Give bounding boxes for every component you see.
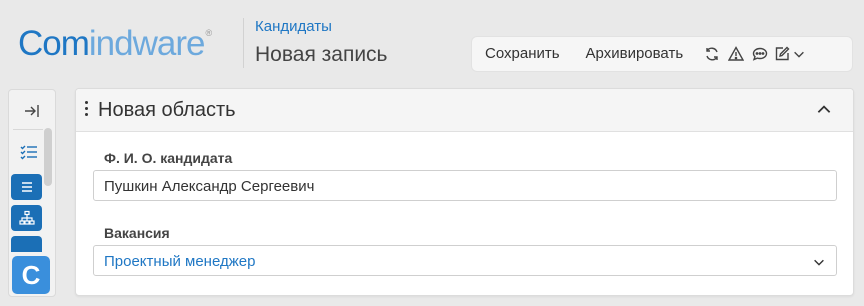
area-title: Новая область [98,99,236,121]
vacancy-label: Вакансия [104,225,170,241]
page-title: Новая запись [255,43,388,66]
sidebar-scrollbar[interactable] [44,128,52,186]
archive-button[interactable]: Архивировать [573,37,697,71]
breadcrumb-candidates[interactable]: Кандидаты [255,18,332,35]
logo-part-1: Com [18,24,90,63]
drag-handle-icon[interactable] [85,101,89,119]
vacancy-value: Проектный менеджер [104,253,256,270]
chevron-down-icon[interactable] [792,37,806,71]
candidate-name-label: Ф. И. О. кандидата [104,150,233,166]
hierarchy-icon[interactable] [11,205,42,231]
form-area-panel: Новая область Ф. И. О. кандидата Пушкин … [75,88,854,296]
header-divider [243,18,244,68]
vacancy-select[interactable]: Проектный менеджер [93,245,837,276]
collapse-sidebar-icon[interactable] [11,98,53,124]
list-icon[interactable] [11,174,42,200]
candidate-name-input[interactable]: Пушкин Александр Сергеевич [93,170,837,201]
sidebar-divider [13,129,43,130]
refresh-icon[interactable] [700,37,724,71]
save-button[interactable]: Сохранить [472,37,573,71]
warning-icon[interactable] [724,37,748,71]
app-switcher-button[interactable]: C [12,256,50,294]
checklist-icon[interactable] [11,139,47,165]
area-header: Новая область [76,89,853,132]
record-toolbar: Сохранить Архивировать [472,37,852,71]
logo-part-2: indware [88,24,206,63]
comment-icon[interactable] [748,37,772,71]
edit-icon[interactable] [772,37,792,71]
comindware-logo: Com indware ® [18,24,212,68]
toolbar-icons [700,37,806,71]
logo-registered-mark: ® [205,28,213,38]
more-icon[interactable] [11,236,42,252]
chevron-down-icon[interactable] [812,255,826,269]
collapse-area-icon[interactable] [815,101,833,119]
left-sidebar: C [8,89,56,297]
